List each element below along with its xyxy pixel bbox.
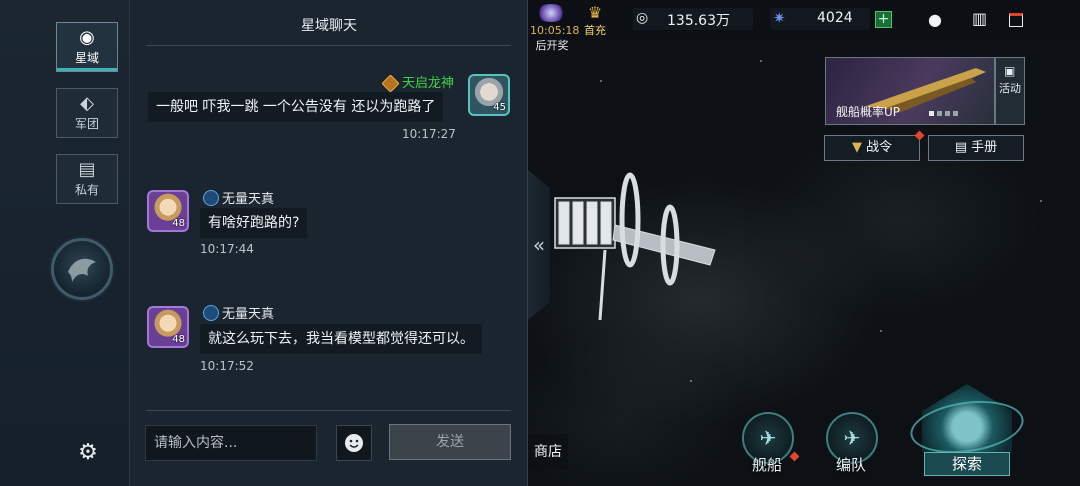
- add-crystal-button[interactable]: +: [875, 11, 892, 28]
- activity-button[interactable]: ▣ 活动: [995, 57, 1025, 125]
- avatar-level: 45: [493, 102, 506, 113]
- coin-icon: ◎: [636, 10, 649, 26]
- message-sender-name: 无量天真: [222, 307, 275, 322]
- ranking-icon[interactable]: ▥: [972, 9, 987, 28]
- message-sender[interactable]: 无量天真: [203, 303, 274, 322]
- handbook-label: 手册: [971, 140, 998, 155]
- message-sender-name: 天启龙神: [402, 76, 455, 91]
- message-sender[interactable]: 无量天真: [203, 188, 274, 207]
- crown-icon: ♛: [587, 3, 603, 22]
- divider: [146, 45, 511, 46]
- shop-button[interactable]: 商店: [528, 434, 568, 470]
- divider: [146, 410, 511, 411]
- message-bubble: 就这么玩下去，我当看模型都觉得还可以。: [200, 324, 482, 354]
- handbook-button[interactable]: ▤ 手册: [928, 135, 1024, 161]
- message-time: 10:17:44: [200, 242, 254, 256]
- message-sender[interactable]: 天启龙神: [381, 72, 455, 93]
- first-charge-label: 首充: [584, 24, 606, 37]
- gear-icon[interactable]: ⚙: [75, 440, 101, 466]
- crystal-icon: ✷: [773, 9, 786, 27]
- battery-icon: [1009, 13, 1023, 27]
- private-chat-icon: ▤: [78, 158, 96, 180]
- ship-icon: ✈: [759, 426, 777, 450]
- rank-badge-icon: [203, 305, 219, 321]
- emoji-face-icon: [345, 434, 363, 452]
- tab-legion[interactable]: ⬖ 军团: [56, 88, 118, 138]
- event-label: 舰船概率UP: [836, 105, 901, 119]
- credits-value: 135.63万: [667, 13, 730, 29]
- event-banner[interactable]: 舰船概率UP: [825, 57, 995, 125]
- double-chevron-left-icon: «: [532, 233, 546, 257]
- rank-badge-icon: [203, 190, 219, 206]
- message-time: 10:17:52: [200, 359, 254, 373]
- activity-label: 活动: [999, 82, 1021, 95]
- battle-order-button[interactable]: ▼ 战令: [824, 135, 920, 161]
- player-avatar-button[interactable]: [51, 238, 113, 300]
- vortex-icon: [536, 4, 566, 22]
- lottery-timer[interactable]: 10:05:18 后开奖: [530, 4, 579, 52]
- message-time: 10:17:27: [402, 127, 456, 141]
- message-bubble: 一般吧 吓我一跳 一个公告没有 还以为跑路了: [148, 92, 444, 122]
- send-button[interactable]: 发送: [389, 424, 511, 460]
- globe-icon: ◉: [79, 26, 95, 48]
- timer-caption: 后开奖: [535, 39, 569, 52]
- rank-badge-icon: [381, 74, 400, 93]
- explore-button[interactable]: 探索: [924, 452, 1010, 476]
- avatar-level: 48: [172, 334, 185, 345]
- crystal-value: 4024: [817, 10, 853, 26]
- profile-icon[interactable]: ●: [928, 10, 942, 29]
- tab-private-label: 私有: [74, 182, 99, 197]
- tab-star-domain-label: 星域: [74, 50, 99, 65]
- ships-label: 舰船: [752, 456, 783, 474]
- tab-star-domain[interactable]: ◉ 星域: [56, 22, 118, 72]
- battle-order-label: 战令: [865, 140, 892, 155]
- triangle-badge-icon: ▼: [851, 140, 862, 155]
- avatar[interactable]: 45: [468, 74, 510, 116]
- fleet-label: 编队: [836, 456, 867, 474]
- legion-icon: ⬖: [80, 92, 94, 114]
- avatar-level: 48: [172, 218, 185, 229]
- collapse-chat-button[interactable]: «: [528, 170, 550, 320]
- activity-icon: ▣: [1004, 64, 1016, 78]
- phoenix-emblem-icon: [68, 258, 96, 282]
- message-sender-name: 无量天真: [222, 192, 275, 207]
- fleet-icon: ✈: [843, 426, 861, 450]
- emoji-button[interactable]: [336, 425, 372, 461]
- chat-panel: 星域聊天 天启龙神 45 一般吧 吓我一跳 一个公告没有 还以为跑路了 10:1…: [130, 0, 528, 486]
- left-nav-rail: ◉ 星域 ⬖ 军团 ▤ 私有 ⚙: [0, 0, 130, 486]
- message-bubble: 有啥好跑路的?: [200, 208, 308, 238]
- first-charge-button[interactable]: ♛ 首充: [580, 4, 610, 40]
- timer-value: 10:05:18: [530, 24, 580, 37]
- avatar[interactable]: 48: [147, 190, 189, 232]
- tab-private[interactable]: ▤ 私有: [56, 154, 118, 204]
- chat-title: 星域聊天: [301, 18, 357, 34]
- avatar[interactable]: 48: [147, 306, 189, 348]
- event-pager: [926, 101, 958, 120]
- space-station-model[interactable]: [545, 170, 725, 320]
- tab-legion-label: 军团: [74, 116, 99, 131]
- book-icon: ▤: [954, 140, 968, 155]
- chat-input[interactable]: [145, 425, 317, 461]
